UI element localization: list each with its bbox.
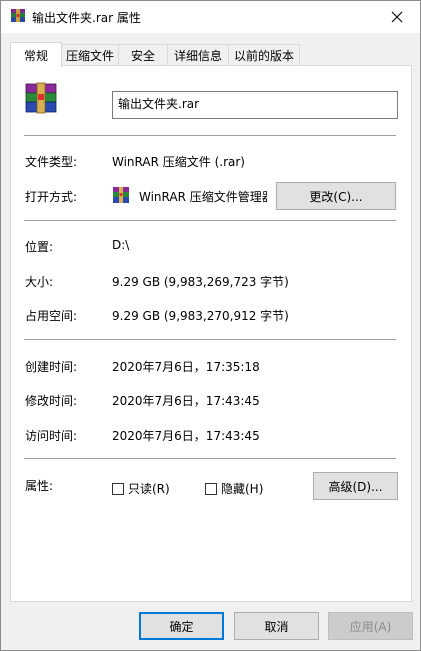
readonly-checkbox-label: 只读(R) <box>128 482 170 496</box>
tab-details[interactable]: 详细信息 <box>167 44 229 66</box>
open-with-value: WinRAR 压缩文件管理器 <box>139 190 267 204</box>
created-label: 创建时间: <box>25 360 78 374</box>
winrar-archive-icon <box>25 82 57 114</box>
separator <box>24 339 396 340</box>
readonly-checkbox[interactable]: 只读(R) <box>112 480 170 497</box>
hidden-checkbox-label: 隐藏(H) <box>221 482 264 496</box>
tab-archive[interactable]: 压缩文件 <box>61 44 119 66</box>
properties-dialog: 输出文件夹.rar 属性 常规 压缩文件 安全 详细信息 以前的版本 输出文件夹… <box>0 0 421 651</box>
file-type-label: 文件类型: <box>25 155 78 169</box>
file-type-value: WinRAR 压缩文件 (.rar) <box>112 155 245 169</box>
apply-button[interactable]: 应用(A) <box>328 612 413 640</box>
tab-general[interactable]: 常规 <box>10 42 62 67</box>
created-value: 2020年7月6日，17:35:18 <box>112 360 260 374</box>
size-value: 9.29 GB (9,983,269,723 字节) <box>112 275 289 289</box>
file-name-input[interactable]: 输出文件夹.rar <box>112 91 398 119</box>
readonly-checkbox-box[interactable] <box>112 482 124 495</box>
tab-security[interactable]: 安全 <box>118 44 168 66</box>
size-on-disk-label: 占用空间: <box>25 309 78 323</box>
winrar-title-icon <box>11 9 25 22</box>
change-button[interactable]: 更改(C)... <box>276 182 396 210</box>
modified-value: 2020年7月6日，17:43:45 <box>112 394 260 408</box>
window-title: 输出文件夹.rar 属性 <box>32 11 141 25</box>
general-panel: 输出文件夹.rar 文件类型: WinRAR 压缩文件 (.rar) 打开方式:… <box>10 65 412 602</box>
ok-button[interactable]: 确定 <box>139 612 224 640</box>
close-button[interactable] <box>374 1 420 33</box>
open-with-label: 打开方式: <box>25 190 78 204</box>
winrar-app-icon <box>113 187 129 203</box>
title-bar: 输出文件夹.rar 属性 <box>1 1 420 33</box>
separator <box>24 458 396 459</box>
size-on-disk-value: 9.29 GB (9,983,270,912 字节) <box>112 309 289 323</box>
close-icon <box>391 11 403 23</box>
accessed-value: 2020年7月6日，17:43:45 <box>112 429 260 443</box>
advanced-button[interactable]: 高级(D)... <box>313 472 398 500</box>
tab-previous-versions[interactable]: 以前的版本 <box>228 44 300 66</box>
hidden-checkbox[interactable]: 隐藏(H) <box>205 480 263 497</box>
cancel-button[interactable]: 取消 <box>234 612 319 640</box>
separator <box>24 220 396 221</box>
separator <box>24 135 396 136</box>
hidden-checkbox-box[interactable] <box>205 482 217 495</box>
attributes-label: 属性: <box>25 479 54 493</box>
size-label: 大小: <box>25 275 54 289</box>
modified-label: 修改时间: <box>25 394 78 408</box>
accessed-label: 访问时间: <box>25 429 78 443</box>
location-value: D:\ <box>112 238 130 252</box>
location-label: 位置: <box>25 240 54 254</box>
